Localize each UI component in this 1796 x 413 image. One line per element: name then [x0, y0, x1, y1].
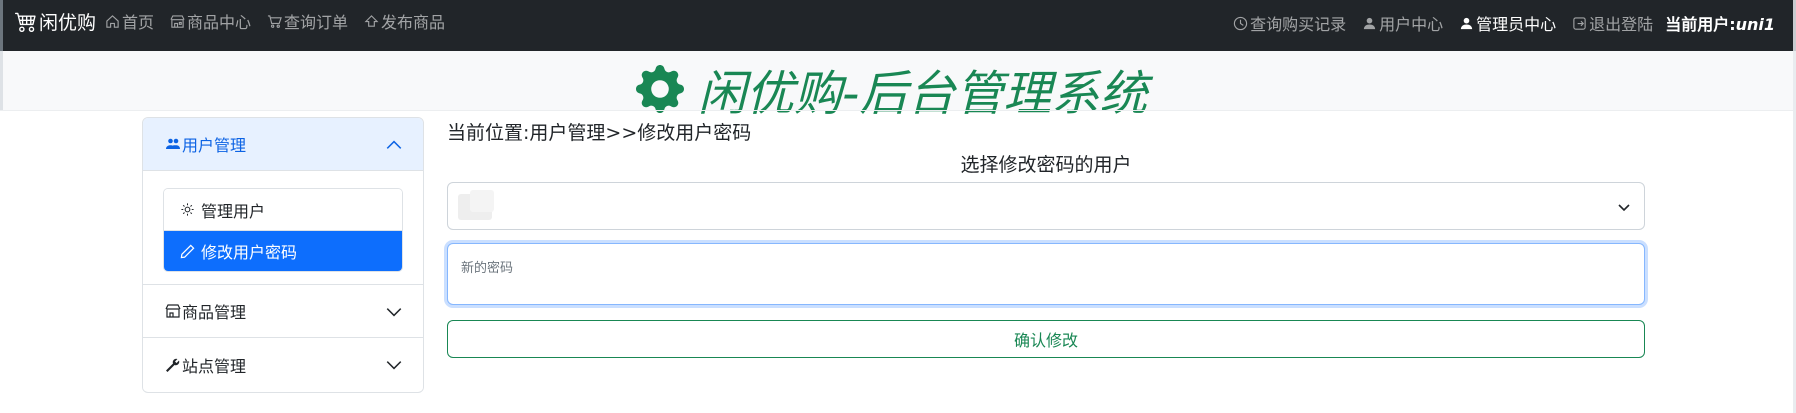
- logout-icon: [1573, 16, 1586, 30]
- gear-icon: [636, 65, 684, 113]
- chevron-down-icon: [386, 308, 402, 317]
- nav-purchase-history-label: 查询购买记录: [1250, 15, 1347, 34]
- sidebar-item-label: 管理用户: [201, 201, 266, 221]
- sidebar-item-label: 修改用户密码: [201, 243, 298, 262]
- cart-icon: [267, 14, 282, 28]
- nav-admin-center[interactable]: 管理员中心: [1459, 12, 1556, 34]
- shop-icon: [165, 304, 181, 318]
- accordion-header-user-management[interactable]: 用户管理: [143, 118, 423, 171]
- nav-logout-label: 退出登陆: [1589, 15, 1654, 34]
- upload-icon: [364, 14, 379, 27]
- nav-user-center[interactable]: 用户中心: [1362, 12, 1443, 34]
- current-user-name: uni1: [1735, 15, 1775, 34]
- brand-link[interactable]: 闲优购: [15, 8, 96, 34]
- accordion-header-label: 站点管理: [182, 356, 247, 376]
- sidebar-item-change-password[interactable]: 修改用户密码: [164, 230, 402, 271]
- divider: [0, 110, 1796, 111]
- nav-purchase-history[interactable]: 查询购买记录: [1233, 12, 1346, 34]
- nav-shop-label: 商品中心: [187, 13, 252, 32]
- chevron-down-icon: [1618, 204, 1630, 212]
- page-header: 闲优购-后台管理系统: [636, 54, 1147, 124]
- person-icon: [1364, 17, 1376, 29]
- brand-text: 闲优购: [39, 11, 97, 34]
- person-icon: [1461, 17, 1473, 29]
- shop-icon: [170, 14, 185, 28]
- gear-icon: [181, 203, 194, 216]
- select-user-label: 选择修改密码的用户: [960, 154, 1132, 176]
- nav-orders[interactable]: 查询订单: [267, 10, 348, 32]
- nav-logout[interactable]: 退出登陆: [1572, 12, 1653, 34]
- breadcrumb: 当前位置:用户管理>>修改用户密码: [447, 122, 752, 144]
- nav-home-label: 首页: [122, 13, 155, 32]
- clock-icon: [1233, 16, 1248, 30]
- chevron-up-icon: [386, 140, 402, 149]
- accordion-body-user-management: 管理用户 修改用户密码: [143, 171, 423, 285]
- confirm-change-button[interactable]: 确认修改: [447, 320, 1645, 358]
- nav-shop[interactable]: 商品中心: [170, 10, 251, 32]
- nav-user-center-label: 用户中心: [1379, 15, 1444, 34]
- user-menu-list: 管理用户 修改用户密码: [163, 188, 403, 272]
- accordion-header-label: 商品管理: [182, 303, 247, 322]
- select-placeholder-graphic: [458, 190, 494, 220]
- user-select[interactable]: [447, 182, 1645, 230]
- current-user: 当前用户:uni1: [1665, 11, 1775, 35]
- new-password-input[interactable]: [448, 244, 1644, 304]
- people-icon: [166, 138, 180, 149]
- current-user-prefix: 当前用户:: [1665, 15, 1736, 34]
- sidebar-accordion: 用户管理 管理用户 修改用户密码 商品管理 站点管理: [142, 117, 424, 393]
- page-title: 闲优购-后台管理系统: [698, 66, 1148, 122]
- accordion-header-product-management[interactable]: 商品管理: [143, 285, 423, 338]
- pencil-icon: [180, 244, 195, 258]
- nav-publish-label: 发布商品: [381, 13, 446, 32]
- nav-publish[interactable]: 发布商品: [364, 10, 445, 32]
- wrench-icon: [166, 358, 180, 372]
- new-password-field[interactable]: 新的密码: [447, 243, 1645, 305]
- nav-admin-center-label: 管理员中心: [1476, 15, 1557, 34]
- cart-icon: [15, 12, 36, 32]
- accordion-header-label: 用户管理: [182, 136, 247, 155]
- chevron-down-icon: [386, 361, 402, 370]
- top-navbar: 闲优购 首页 商品中心 查询订单 发布商品 查询购买记录 用户中心 管理员中心 …: [0, 0, 1796, 51]
- nav-home[interactable]: 首页: [105, 10, 154, 32]
- accordion-header-site-management[interactable]: 站点管理: [143, 338, 423, 391]
- sidebar-item-manage-users[interactable]: 管理用户: [164, 189, 402, 230]
- nav-orders-label: 查询订单: [284, 13, 349, 32]
- house-icon: [106, 14, 119, 28]
